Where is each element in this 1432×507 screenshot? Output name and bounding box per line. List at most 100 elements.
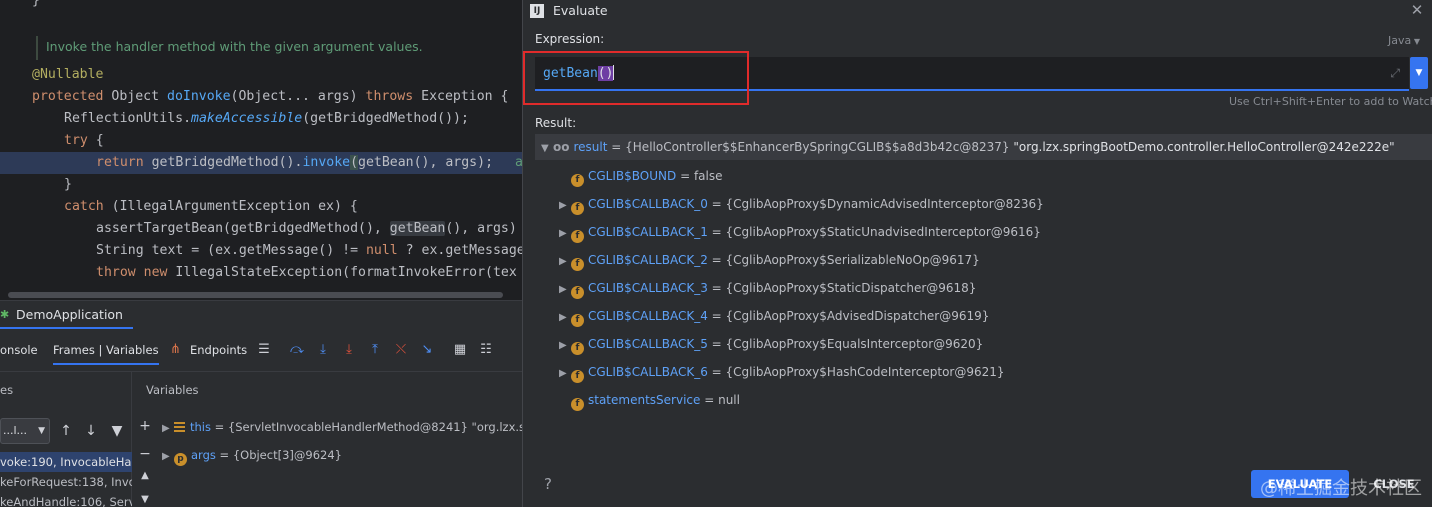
field-icon: f xyxy=(571,286,584,299)
watches-hint: Use Ctrl+Shift+Enter to add to Watches xyxy=(1229,95,1432,108)
result-field-row[interactable]: f statementsService = null xyxy=(535,386,1432,414)
field-icon: f xyxy=(571,342,584,355)
field-name: CGLIB$BOUND xyxy=(588,169,677,183)
step-over-icon[interactable]: ⤓ xyxy=(314,341,332,359)
variable-row[interactable]: ▶ p args = {Object[3]@9624} xyxy=(162,444,342,466)
result-field-row[interactable]: ▶ f CGLIB$CALLBACK_2 = {CglibAopProxy$Seri… xyxy=(535,246,1432,274)
expression-label: Expression: xyxy=(535,32,605,46)
chevron-right-icon[interactable]: ▶ xyxy=(559,192,571,220)
code-line: ReflectionUtils.makeAccessible(getBridge… xyxy=(64,111,469,126)
chevron-right-icon[interactable]: ▶ xyxy=(559,220,571,248)
chevron-down-icon[interactable]: ▼ xyxy=(541,136,553,162)
code-line: catch (IllegalArgumentException ex) { xyxy=(64,199,358,214)
debug-toolbar: onsole Frames | Variables ⋔ Endpoints ☰ … xyxy=(0,335,522,365)
code-line: try { xyxy=(64,133,104,148)
chevron-right-icon[interactable]: ▶ xyxy=(559,248,571,276)
frame-item[interactable]: keForRequest:138, Invoc xyxy=(0,472,132,492)
result-field-row[interactable]: f CGLIB$BOUND = false xyxy=(535,162,1432,190)
expand-icon[interactable]: ⤢ xyxy=(1390,66,1400,81)
chevron-right-icon[interactable]: ▶ xyxy=(559,332,571,360)
history-dropdown-button[interactable]: ▼ xyxy=(1410,57,1428,89)
variables-pane: Variables + − ▲ ▼ ▶ this = {ServletInvoca… xyxy=(132,372,525,507)
help-icon[interactable]: ? xyxy=(544,475,552,493)
field-value: = {CglibAopProxy$DynamicAdvisedIntercept… xyxy=(711,197,1044,211)
chevron-right-icon[interactable]: ▶ xyxy=(559,304,571,332)
chevron-right-icon[interactable]: ▶ xyxy=(559,276,571,304)
frame-item[interactable]: voke:190, InvocableHa xyxy=(0,452,132,472)
field-name: CGLIB$CALLBACK_6 xyxy=(588,365,708,379)
field-value: = {CglibAopProxy$EqualsInterceptor@9620} xyxy=(711,337,984,351)
debug-panes: es ...l... ▼ ↑ ↓ ▼ voke:190, InvocableHa… xyxy=(0,371,525,507)
code-line: } xyxy=(32,0,40,8)
watch-result-icon: oo xyxy=(553,140,570,154)
code-editor[interactable]: } Invoke the handler method with the giv… xyxy=(0,0,522,300)
remove-watch-icon[interactable]: − xyxy=(138,446,152,462)
chevron-right-icon[interactable]: ▶ xyxy=(162,446,174,468)
object-icon xyxy=(174,422,185,432)
code-line: protected Object doInvoke(Object... args… xyxy=(32,89,509,104)
frames-pane: es ...l... ▼ ↑ ↓ ▼ voke:190, InvocableHa… xyxy=(0,372,132,507)
move-up-icon[interactable]: ▲ xyxy=(138,470,152,481)
result-field-row[interactable]: ▶ f CGLIB$CALLBACK_0 = {CglibAopProxy$Dyna… xyxy=(535,190,1432,218)
add-watch-icon[interactable]: + xyxy=(138,418,152,434)
field-value: = {CglibAopProxy$HashCodeInterceptor@962… xyxy=(711,365,1005,379)
tab-console[interactable]: onsole xyxy=(0,335,38,365)
result-field-row[interactable]: ▶ f CGLIB$CALLBACK_6 = {CglibAopProxy$Hash… xyxy=(535,358,1432,386)
field-value: = {CglibAopProxy$StaticUnadvisedIntercep… xyxy=(711,225,1041,239)
parameter-icon: p xyxy=(174,453,187,466)
dialog-titlebar[interactable]: IJ Evaluate ✕ xyxy=(523,0,1432,22)
field-value: = {CglibAopProxy$StaticDispatcher@9618} xyxy=(711,281,977,295)
field-name: CGLIB$CALLBACK_1 xyxy=(588,225,708,239)
step-into-icon[interactable]: ⤓ xyxy=(340,341,358,359)
move-down-icon[interactable]: ▼ xyxy=(138,494,152,505)
field-value: = false xyxy=(680,169,723,183)
chevron-right-icon[interactable]: ▶ xyxy=(559,360,571,388)
frame-item[interactable]: keAndHandle:106, Serv xyxy=(0,492,132,507)
field-name: CGLIB$CALLBACK_4 xyxy=(588,309,708,323)
drop-frame-icon[interactable]: ⤬ xyxy=(392,341,410,359)
doc-comment-bar xyxy=(36,36,38,60)
doc-comment: Invoke the handler method with the given… xyxy=(46,39,423,54)
chevron-down-icon: ▼ xyxy=(1411,37,1420,46)
evaluate-dialog: IJ Evaluate ✕ Expression: Java ▼ getBean… xyxy=(522,0,1432,507)
field-value: = {CglibAopProxy$AdvisedDispatcher@9619} xyxy=(711,309,990,323)
field-icon: f xyxy=(571,370,584,383)
menu-icon[interactable]: ☰ xyxy=(255,341,273,359)
tab-endpoints[interactable]: ⋔ Endpoints xyxy=(170,335,247,365)
intellij-logo-icon: IJ xyxy=(530,4,544,18)
field-name: CGLIB$CALLBACK_2 xyxy=(588,253,708,267)
evaluate-expression-icon[interactable]: ▦ xyxy=(451,341,469,359)
chevron-right-icon[interactable]: ▶ xyxy=(162,418,174,440)
result-field-row[interactable]: ▶ f CGLIB$CALLBACK_5 = {CglibAopProxy$Equa… xyxy=(535,330,1432,358)
result-field-row[interactable]: ▶ f CGLIB$CALLBACK_4 = {CglibAopProxy$Advi… xyxy=(535,302,1432,330)
field-icon: f xyxy=(571,398,584,411)
tab-frames-variables[interactable]: Frames | Variables xyxy=(53,335,159,365)
result-field-row[interactable]: ▶ f CGLIB$CALLBACK_3 = {CglibAopProxy$Stat… xyxy=(535,274,1432,302)
result-field-row[interactable]: ▶ f CGLIB$CALLBACK_1 = {CglibAopProxy$Stat… xyxy=(535,218,1432,246)
result-tree[interactable]: ▼ oo result = {HelloController$$EnhancerBy… xyxy=(535,134,1432,454)
field-value: = {CglibAopProxy$SerializableNoOp@9617} xyxy=(711,253,980,267)
thread-selector[interactable]: ...l... ▼ xyxy=(0,418,50,444)
debug-tool-window: ✱ DemoApplication onsole Frames | Variab… xyxy=(0,300,525,507)
result-root-row[interactable]: ▼ oo result = {HelloController$$EnhancerBy… xyxy=(535,134,1432,160)
field-value: = null xyxy=(704,393,740,407)
variable-row[interactable]: ▶ this = {ServletInvocableHandlerMethod@8… xyxy=(162,416,525,438)
run-config-tab[interactable]: ✱ DemoApplication xyxy=(0,301,133,329)
code-line-current: return getBridgedMethod().invoke(getBean… xyxy=(96,155,522,170)
field-icon: f xyxy=(571,230,584,243)
arrow-up-icon[interactable]: ↑ xyxy=(56,420,76,442)
step-out-icon[interactable]: ⤒ xyxy=(366,341,384,359)
chevron-down-icon: ▼ xyxy=(38,426,45,436)
language-selector[interactable]: Java ▼ xyxy=(1388,34,1420,47)
field-name: CGLIB$CALLBACK_3 xyxy=(588,281,708,295)
filter-icon[interactable]: ▼ xyxy=(107,420,127,442)
dialog-title: Evaluate xyxy=(553,3,608,18)
close-icon[interactable]: ✕ xyxy=(1409,1,1425,19)
trace-icon[interactable]: ☷ xyxy=(477,341,495,359)
editor-horizontal-scrollbar[interactable] xyxy=(8,292,503,298)
bug-icon: ✱ xyxy=(0,308,10,321)
field-icon: f xyxy=(571,174,584,187)
run-to-cursor-icon[interactable]: ↘ xyxy=(418,341,436,359)
arrow-down-icon[interactable]: ↓ xyxy=(81,420,101,442)
show-execution-point-icon[interactable]: ⤼ xyxy=(288,341,306,359)
